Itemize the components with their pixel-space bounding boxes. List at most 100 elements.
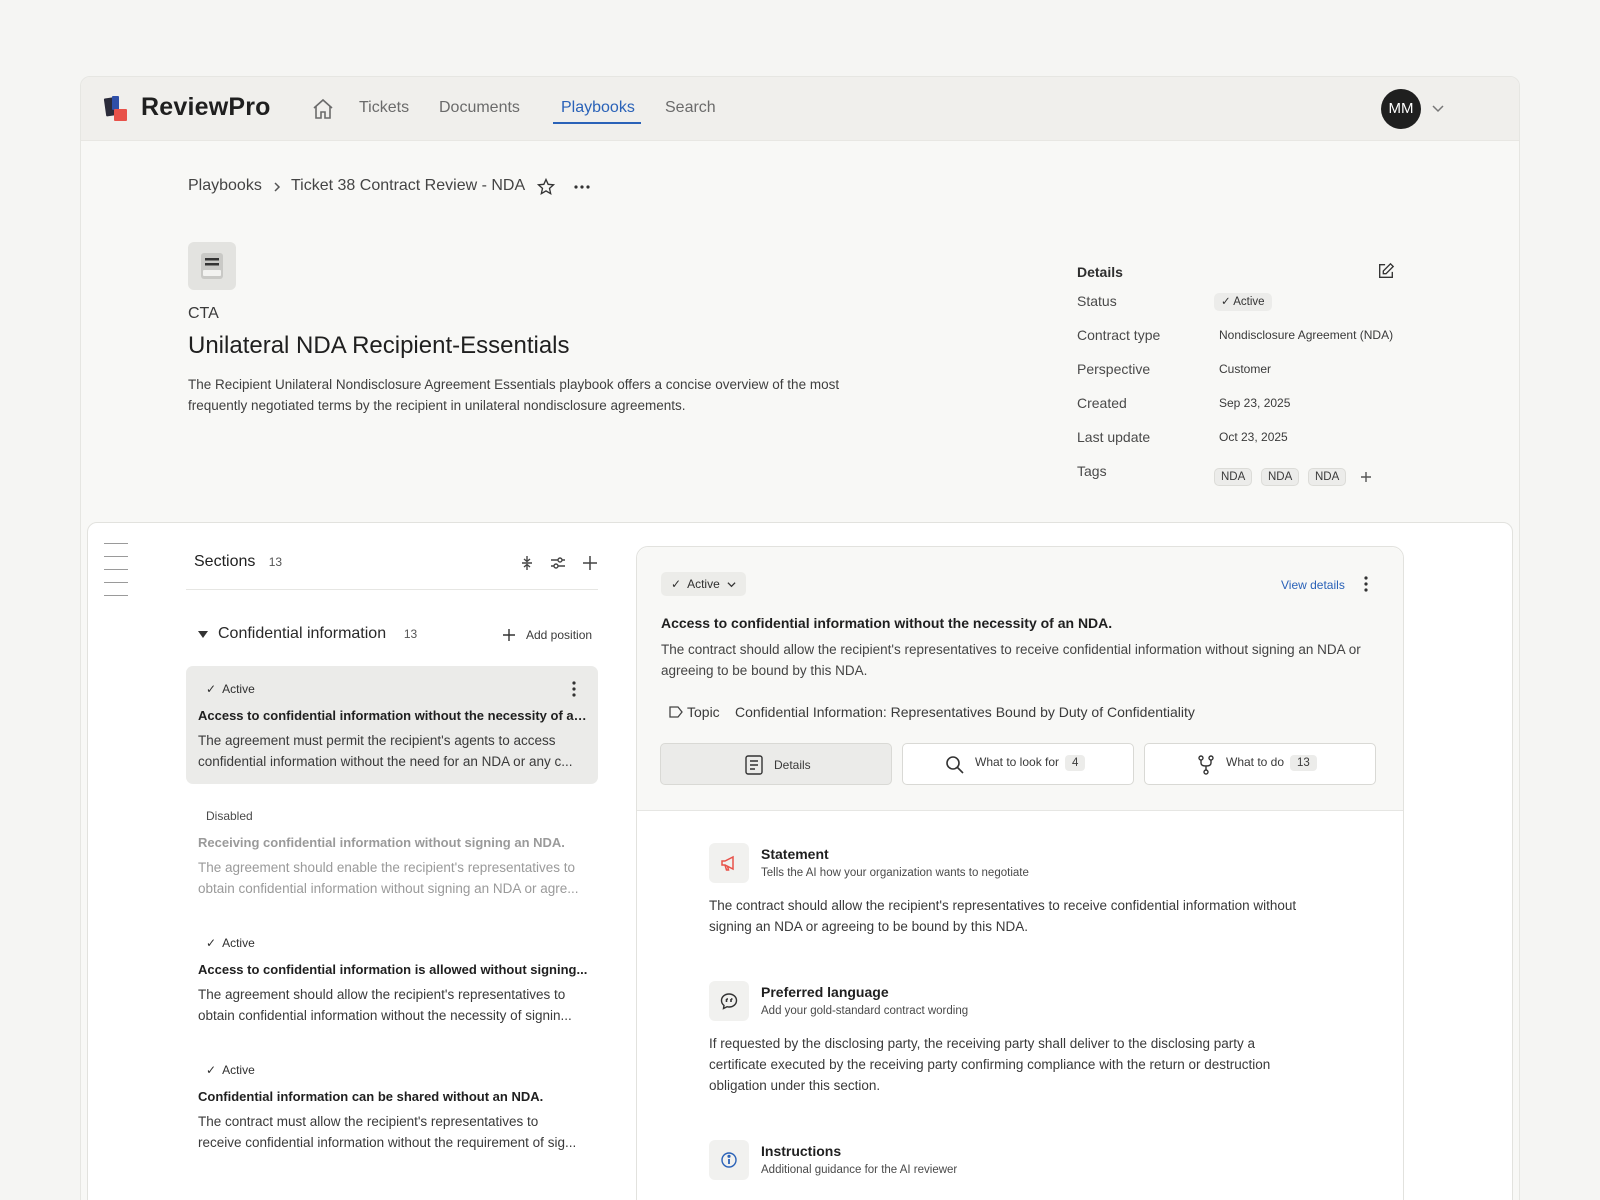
position-title: Access to confidential information witho… — [661, 615, 1113, 631]
outline-line — [104, 595, 128, 596]
tag-list: NDA NDA NDA — [1214, 468, 1414, 488]
card-body: The agreement must permit the recipient'… — [198, 730, 590, 772]
tab-badge: 4 — [1065, 755, 1086, 771]
tab-content: What to do 13 — [1226, 755, 1317, 771]
tab-label: Details — [774, 758, 811, 772]
details-perspective-label: Perspective — [1077, 361, 1151, 377]
card-title: Confidential information can be shared w… — [198, 1089, 544, 1104]
nav-tickets[interactable]: Tickets — [359, 99, 409, 117]
card-status: Disabled — [206, 809, 253, 823]
card-title: Receiving confidential information witho… — [198, 835, 565, 850]
nav-active-indicator — [553, 122, 641, 124]
statement-title: Statement — [761, 846, 829, 862]
more-vertical-icon[interactable] — [1363, 575, 1369, 593]
details-last-update-value: Oct 23, 2025 — [1219, 430, 1288, 444]
tab-what-to-do[interactable]: What to do 13 — [1144, 743, 1376, 785]
outline-line — [104, 582, 128, 583]
user-avatar[interactable]: MM — [1381, 89, 1421, 129]
section-group-title[interactable]: Confidential information 13 — [218, 625, 417, 643]
add-section-icon[interactable] — [582, 555, 598, 571]
details-created-value: Sep 23, 2025 — [1219, 396, 1291, 410]
playbook-icon — [188, 242, 236, 290]
chevron-right-icon — [274, 182, 281, 192]
card-body-line: obtain confidential information without … — [198, 1008, 572, 1023]
tag-pill[interactable]: NDA — [1261, 468, 1300, 486]
outline-toggle-icon[interactable] — [104, 543, 128, 544]
top-nav-bar: ReviewPro Tickets Documents Playbooks Se… — [81, 77, 1519, 141]
sections-count: 13 — [268, 555, 283, 569]
topic-value[interactable]: Confidential Information: Representative… — [735, 704, 1195, 720]
sections-title: Sections — [194, 553, 256, 570]
nav-documents[interactable]: Documents — [439, 99, 520, 117]
breadcrumb-current: Ticket 38 Contract Review - NDA — [291, 177, 526, 194]
view-details-link[interactable]: View details — [1281, 578, 1345, 592]
card-body-line: confidential information without the nee… — [198, 754, 573, 769]
nav-playbooks[interactable]: Playbooks — [561, 99, 635, 117]
info-icon — [709, 1140, 749, 1180]
branch-icon — [1198, 755, 1214, 775]
position-card[interactable]: ✓ Active Access to confidential informat… — [186, 920, 598, 1038]
playbook-kicker: CTA — [188, 305, 219, 322]
details-contract-type-value: Nondisclosure Agreement (NDA) — [1219, 328, 1394, 342]
card-body-line: obtain confidential information without … — [198, 881, 579, 896]
status-dropdown[interactable]: ✓ Active — [661, 572, 747, 596]
tag-pill[interactable]: NDA — [1308, 468, 1347, 486]
edit-icon[interactable] — [1377, 262, 1395, 280]
card-title: Access to confidential information is al… — [198, 962, 588, 977]
statement-text[interactable]: The contract should allow the recipient'… — [709, 895, 1329, 937]
card-status-label: Active — [222, 1063, 255, 1077]
topic-label: Topic — [687, 704, 720, 720]
caret-down-icon[interactable] — [198, 631, 208, 639]
star-icon[interactable] — [536, 177, 556, 197]
page-title: Unilateral NDA Recipient-Essentials — [188, 332, 570, 359]
card-status: ✓ Active — [206, 1063, 255, 1077]
preferred-language-title: Preferred language — [761, 984, 889, 1000]
home-icon[interactable] — [311, 97, 335, 121]
collapse-all-icon[interactable] — [520, 555, 534, 571]
status-badge: ✓ Active — [1214, 293, 1272, 311]
details-perspective-value: Customer — [1219, 362, 1272, 376]
tab-what-to-look-for[interactable]: What to look for 4 — [902, 743, 1134, 785]
position-summary: ✓ Active View details Access to confiden… — [637, 547, 1403, 811]
add-position-button[interactable]: Add position — [526, 628, 592, 642]
position-card[interactable]: ✓ Active Access to confidential informat… — [186, 666, 598, 784]
chevron-down-icon[interactable] — [1431, 101, 1445, 115]
card-status: ✓ Active — [206, 936, 255, 950]
position-detail-panel: ✓ Active View details Access to confiden… — [636, 546, 1404, 1200]
nav-search[interactable]: Search — [665, 99, 716, 117]
preferred-language-text[interactable]: If requested by the disclosing party, th… — [709, 1033, 1299, 1096]
card-body-line: The agreement should allow the recipient… — [198, 987, 566, 1002]
position-body: The contract should allow the recipient'… — [661, 642, 1361, 678]
add-tag-icon[interactable] — [1359, 470, 1373, 484]
tab-content: What to look for 4 — [975, 755, 1086, 771]
filter-icon[interactable] — [550, 556, 566, 570]
instructions-title: Instructions — [761, 1143, 842, 1159]
tag-icon — [669, 706, 683, 718]
card-body-line: The agreement must permit the recipient'… — [198, 733, 556, 748]
brand-name[interactable]: ReviewPro — [141, 93, 271, 122]
more-horizontal-icon[interactable] — [572, 177, 592, 197]
details-last-update-label: Last update — [1077, 429, 1151, 445]
card-body-line: receive confidential information without… — [198, 1135, 577, 1150]
tag-pill[interactable]: NDA — [1214, 468, 1253, 486]
divider — [186, 589, 598, 590]
position-card[interactable]: Disabled Receiving confidential informat… — [186, 793, 598, 911]
document-icon — [745, 755, 763, 775]
quote-icon — [709, 981, 749, 1021]
outline-line — [104, 556, 128, 557]
card-body: The contract must allow the recipient's … — [198, 1111, 590, 1153]
details-contract-type-label: Contract type — [1077, 327, 1161, 343]
plus-icon[interactable] — [502, 628, 516, 642]
card-body-line: The agreement should enable the recipien… — [198, 860, 576, 875]
sections-board: Sections 13 Confidential information 13 … — [87, 522, 1513, 1200]
breadcrumb-root[interactable]: Playbooks — [188, 177, 262, 195]
reviewpro-logo[interactable] — [103, 95, 129, 123]
tab-label: What to do — [1226, 755, 1285, 769]
tab-details[interactable]: Details — [660, 743, 892, 785]
sections-heading: Sections 13 — [194, 553, 282, 571]
section-group-count: 13 — [403, 627, 418, 641]
card-status: ✓ Active — [206, 682, 255, 696]
statement-subtitle: Tells the AI how your organization wants… — [761, 867, 1029, 879]
position-card[interactable]: ✓ Active Confidential information can be… — [186, 1047, 598, 1165]
more-vertical-icon[interactable] — [571, 680, 577, 698]
